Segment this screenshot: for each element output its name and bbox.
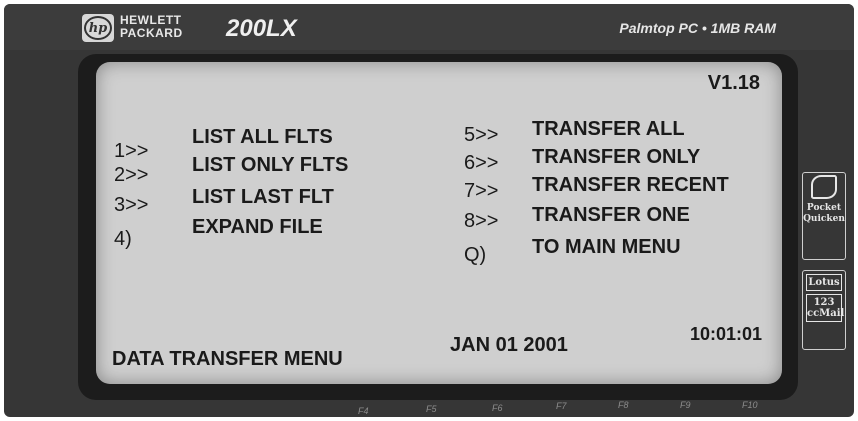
menu-option-to-main-menu[interactable]: TO MAIN MENU: [532, 236, 681, 259]
menu-option-list-all-flts[interactable]: LIST ALL FLTS: [192, 126, 333, 149]
menu-option-transfer-recent[interactable]: TRANSFER RECENT: [532, 174, 729, 197]
menu-key-q: Q): [464, 244, 487, 266]
brand-name: HEWLETT PACKARD: [120, 14, 183, 40]
brand-line2: PACKARD: [120, 26, 183, 40]
function-key-f10[interactable]: F10: [742, 400, 758, 410]
function-key-f9[interactable]: F9: [680, 400, 691, 410]
function-key-f7[interactable]: F7: [556, 401, 567, 411]
function-key-f5[interactable]: F5: [426, 404, 437, 414]
menu-key-8: 8>>: [464, 210, 499, 232]
function-key-f8[interactable]: F8: [618, 400, 629, 410]
lotus-123-icon: 123 ccMail: [806, 294, 845, 322]
quicken-icon: [811, 175, 837, 199]
menu-key-1: 1>>: [114, 140, 149, 162]
lotus-ccmail-app[interactable]: Lotus 123 ccMail: [802, 270, 846, 350]
menu-option-transfer-only[interactable]: TRANSFER ONLY: [532, 146, 700, 169]
pocket-quicken-app[interactable]: Pocket Quicken: [802, 172, 846, 260]
menu-option-transfer-one[interactable]: TRANSFER ONE: [532, 204, 690, 227]
version-label: V1.18: [707, 72, 760, 94]
hp-logo: hp: [82, 14, 114, 42]
menu-key-6: 6>>: [464, 152, 499, 174]
lotus-label: Lotus: [808, 277, 840, 288]
menu-option-transfer-all[interactable]: TRANSFER ALL: [532, 118, 685, 141]
menu-key-5: 5>>: [464, 124, 499, 146]
screen-title: DATA TRANSFER MENU: [112, 348, 343, 370]
model-name: 200LX: [226, 15, 297, 42]
date-display: JAN 01 2001: [450, 334, 568, 356]
lcd-screen: V1.18 1>> LIST ALL FLTS 2>> LIST ONLY FL…: [96, 62, 782, 384]
menu-option-list-last-flt[interactable]: LIST LAST FLT: [192, 186, 334, 209]
device-spec: Palmtop PC • 1MB RAM: [619, 20, 776, 36]
menu-option-list-only-flts[interactable]: LIST ONLY FLTS: [192, 154, 348, 177]
palmtop-device: hp HEWLETT PACKARD 200LX Palmtop PC • 1M…: [4, 4, 854, 417]
lotus-icon: Lotus: [806, 274, 842, 291]
lotus-123-label: 123: [813, 297, 835, 308]
function-key-f4[interactable]: F4: [358, 406, 369, 416]
function-key-f6[interactable]: F6: [492, 403, 503, 413]
function-key-row: F4 F5 F6 F7 F8 F9 F10: [344, 400, 814, 416]
pocket-quicken-line2: Quicken: [803, 214, 845, 224]
hp-logo-mark: hp: [84, 16, 112, 40]
menu-key-3: 3>>: [114, 194, 149, 216]
menu-option-expand-file[interactable]: EXPAND FILE: [192, 216, 323, 239]
ccmail-label: ccMail: [807, 308, 845, 319]
menu-key-7: 7>>: [464, 180, 499, 202]
menu-key-2: 2>>: [114, 164, 149, 186]
pocket-quicken-line1: Pocket: [806, 203, 842, 213]
time-display: 10:01:01: [689, 324, 762, 344]
menu-key-4: 4): [114, 228, 132, 250]
